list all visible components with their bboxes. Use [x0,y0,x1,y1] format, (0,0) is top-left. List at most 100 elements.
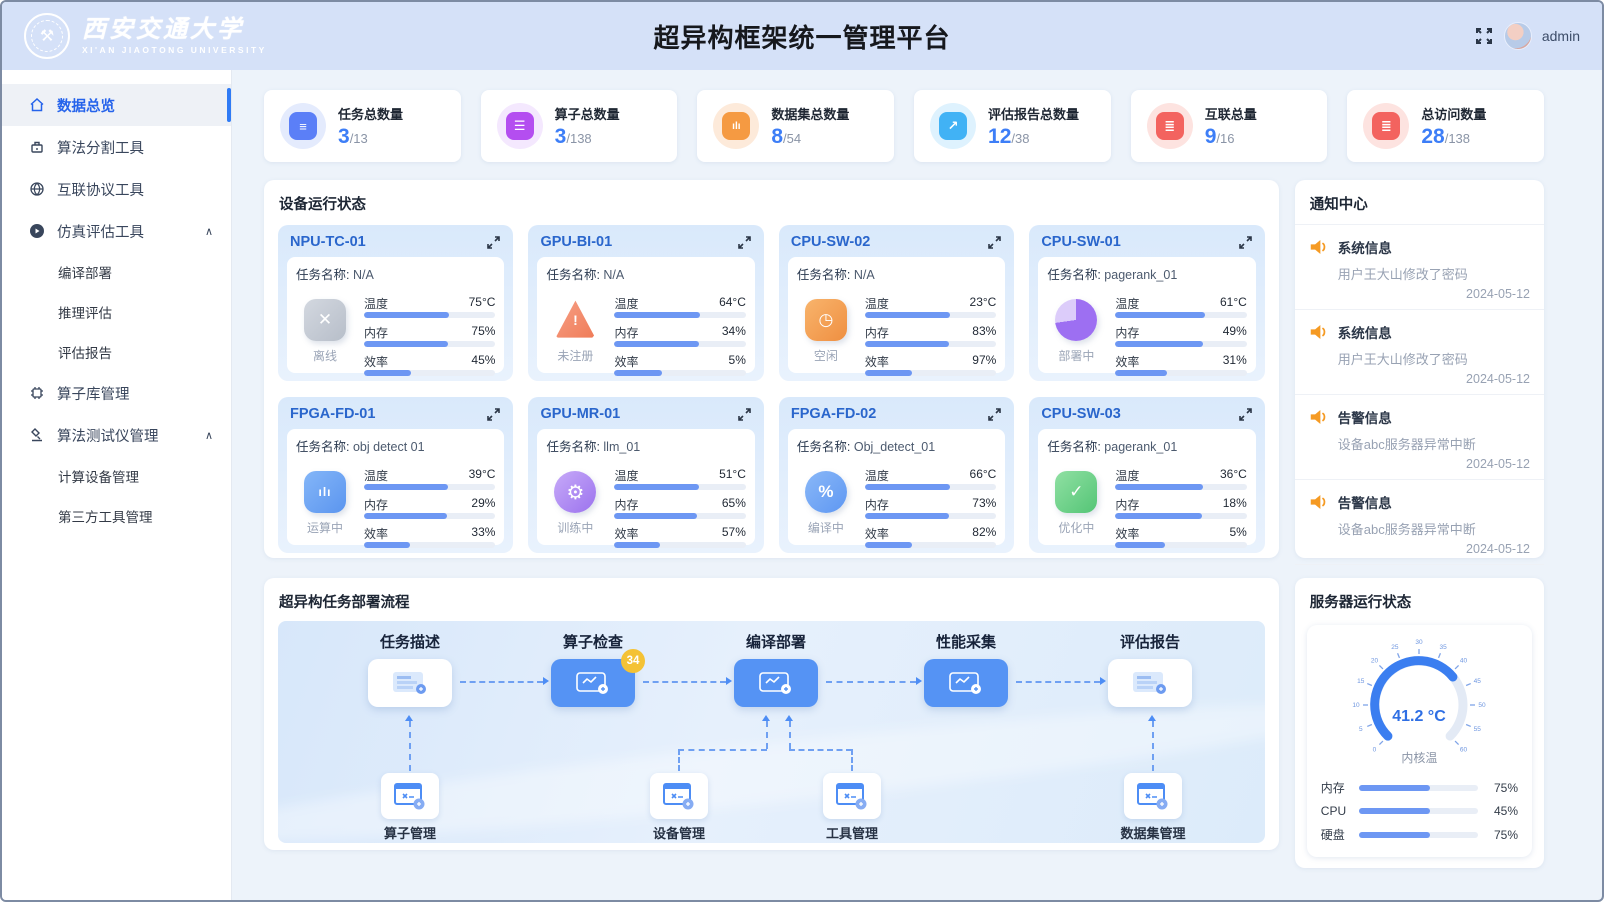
server-metric-memory: 内存 75% [1321,779,1518,796]
flow-tool-label: 设备管理 [653,823,705,842]
svg-text:41.2 °C: 41.2 °C [1393,708,1447,725]
clipboard-trend-icon: ↗ [939,112,967,140]
progress-bar [364,312,495,318]
progress-bar [1359,808,1478,814]
list-icon: ☰ [506,112,534,140]
server-icon: ≣ [1156,112,1184,140]
device-name: CPU-SW-03 [1041,406,1120,422]
sidebar-item-inference-eval[interactable]: 推理评估 [2,292,231,332]
svg-text:55: 55 [1474,726,1482,733]
flow-panel-title: 超异构任务部署流程 [264,578,1279,621]
flow-tool[interactable] [1124,773,1182,819]
notification-date: 2024-05-12 [1309,542,1530,556]
flow-step[interactable]: 34 [551,659,635,707]
device-metric: 效率33% [364,525,495,550]
expand-icon[interactable] [737,235,752,250]
expand-icon[interactable] [987,407,1002,422]
device-metric: 内存34% [614,324,745,349]
notification-item[interactable]: 告警信息 设备abc服务器异常中断 2024-05-12 [1295,480,1544,565]
fullscreen-icon[interactable] [1474,26,1494,46]
notification-item[interactable]: 告警信息 设备abc服务器异常中断 2024-05-12 [1295,395,1544,480]
progress-bar [865,513,996,519]
flow-step[interactable] [924,659,1008,707]
flow-step[interactable] [1108,659,1192,707]
device-metric: 效率57% [614,525,745,550]
sidebar-item-algo-segmentation[interactable]: 算法分割工具 [2,126,231,168]
notification-item[interactable]: 系统信息 用户王大山修改了密码 2024-05-12 [1295,225,1544,310]
flow-tool[interactable] [650,773,708,819]
device-name: FPGA-FD-02 [791,406,876,422]
svg-text:0: 0 [1373,747,1377,754]
device-metric: 效率31% [1115,353,1246,378]
expand-icon[interactable] [737,407,752,422]
device-metric: 效率5% [614,353,745,378]
progress-bar [865,312,996,318]
device-metric: 内存49% [1115,324,1246,349]
device-status-icon: ✓ [1055,471,1097,513]
sidebar-item-thirdparty-tool-mgmt[interactable]: 第三方工具管理 [2,496,231,536]
flow-step[interactable] [368,659,452,707]
progress-bar [614,513,745,519]
expand-icon[interactable] [486,407,501,422]
flow-tool[interactable] [823,773,881,819]
device-status-icon [1055,299,1097,341]
notification-item[interactable]: 系统信息 用户王大山修改了密码 2024-05-12 [1295,310,1544,395]
page-title: 超异构框架统一管理平台 [384,18,1220,55]
expand-icon[interactable] [1238,407,1253,422]
stat-card-visits[interactable]: ≣ 总访问数量 28/138 [1347,90,1544,162]
device-task: 任务名称: N/A [797,264,996,289]
device-metric: 效率5% [1115,525,1246,550]
device-metric: 内存29% [364,496,495,521]
device-metric: 温度75°C [364,295,495,320]
svg-text:30: 30 [1416,639,1424,646]
sidebar-item-algo-tester-mgmt[interactable]: 算法测试仪管理 ∧ [2,414,231,456]
sidebar-item-data-overview[interactable]: 数据总览 [2,84,231,126]
sidebar-item-operator-library[interactable]: 算子库管理 [2,372,231,414]
chevron-up-icon[interactable]: ∧ [205,429,213,442]
flow-tool[interactable] [381,773,439,819]
notification-date: 2024-05-12 [1309,287,1530,301]
progress-bar [1359,832,1478,838]
stat-card-datasets[interactable]: ılı 数据集总数量 8/54 [697,90,894,162]
device-status-icon: ılı [304,471,346,513]
device-status-label: 离线 [313,347,337,364]
sidebar-item-simulation-eval[interactable]: 仿真评估工具 ∧ [2,210,231,252]
svg-text:60: 60 [1460,747,1468,754]
stat-card-operators[interactable]: ☰ 算子总数量 3/138 [481,90,678,162]
device-task: 任务名称: pagerank_01 [1047,436,1246,461]
sidebar-item-compute-device-mgmt[interactable]: 计算设备管理 [2,456,231,496]
device-card: CPU-SW-01 任务名称: pagerank_01 部署中 温度61°C [1029,225,1264,381]
device-metric: 温度23°C [865,295,996,320]
device-metric: 温度36°C [1115,467,1246,492]
chevron-up-icon[interactable]: ∧ [205,225,213,238]
expand-icon[interactable] [486,235,501,250]
device-metric: 效率97% [865,353,996,378]
stat-card-interconnects[interactable]: ≣ 互联总量 9/16 [1131,90,1328,162]
flow-step-label: 编译部署 [746,631,806,652]
sidebar-item-eval-report[interactable]: 评估报告 [2,332,231,372]
sidebar-item-label: 互联协议工具 [57,179,144,200]
flow-step[interactable] [734,659,818,707]
notification-date: 2024-05-12 [1309,372,1530,386]
progress-bar [1115,341,1246,347]
stat-card-reports[interactable]: ↗ 评估报告总数量 12/38 [914,90,1111,162]
document-icon: ≡ [289,112,317,140]
header: 西安交通大学 XI'AN JIAOTONG UNIVERSITY 超异构框架统一… [2,2,1602,70]
expand-icon[interactable] [987,235,1002,250]
svg-text:35: 35 [1440,644,1448,651]
user-name[interactable]: admin [1542,28,1580,44]
stat-card-tasks[interactable]: ≡ 任务总数量 3/13 [264,90,461,162]
svg-text:45: 45 [1474,678,1482,685]
expand-icon[interactable] [1238,235,1253,250]
device-metric: 效率45% [364,353,495,378]
device-name: NPU-TC-01 [290,234,366,250]
progress-bar [364,370,495,376]
sidebar-item-compile-deploy[interactable]: 编译部署 [2,252,231,292]
temperature-gauge: 0 5 10 15 20 25 30 35 40 45 50 55 60 41.… [1329,633,1509,761]
device-metric: 效率82% [865,525,996,550]
tool-icon [28,139,45,156]
progress-bar [364,513,495,519]
user-avatar[interactable] [1504,22,1532,50]
device-task: 任务名称: N/A [546,264,745,289]
sidebar-item-interconnect-protocol[interactable]: 互联协议工具 [2,168,231,210]
